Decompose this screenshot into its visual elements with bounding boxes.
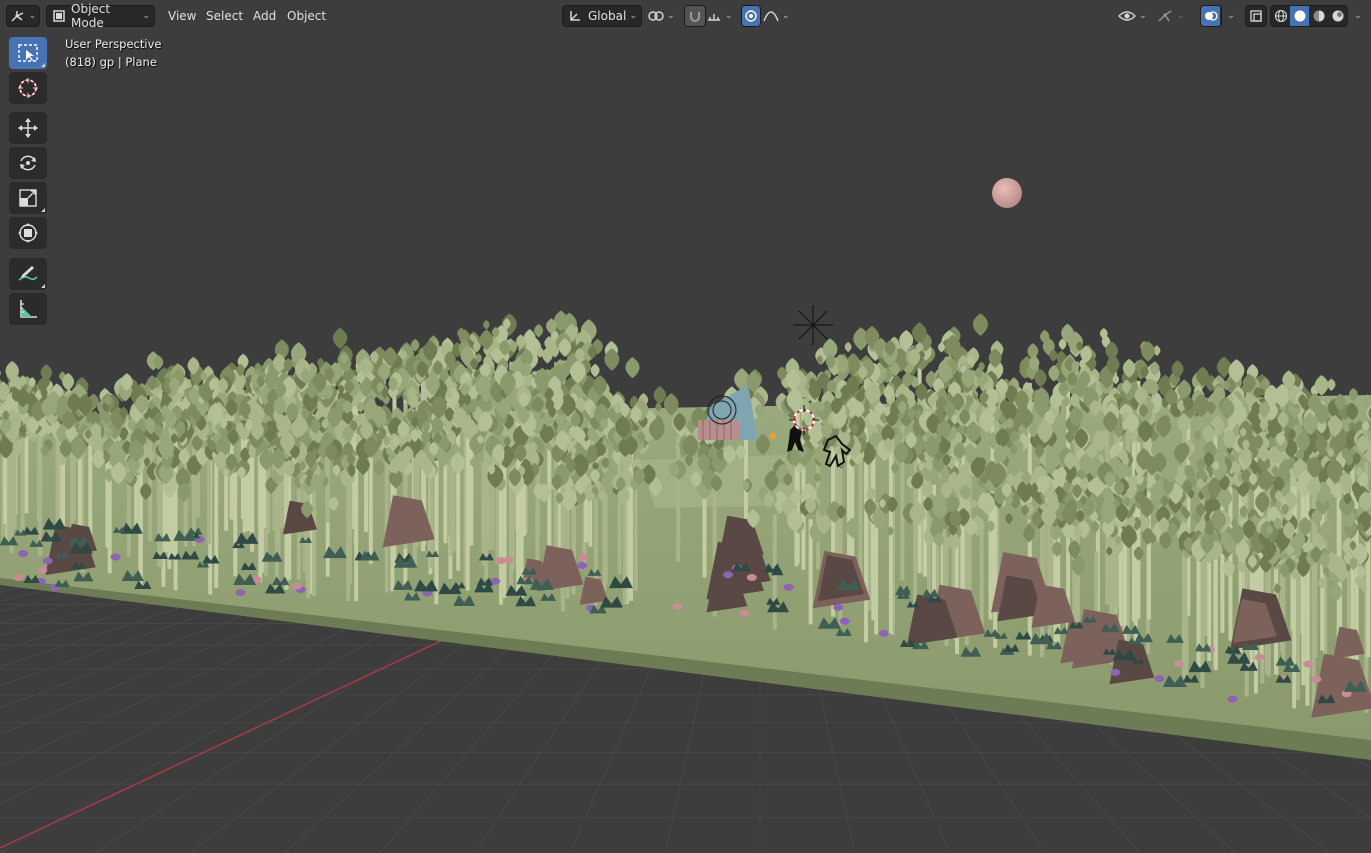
mode-dropdown[interactable]: Object Mode ⌄ — [46, 2, 155, 30]
chevron-down-icon: ⌄ — [629, 11, 637, 21]
material-icon[interactable] — [1309, 6, 1328, 26]
transform-orientation-dropdown[interactable]: Global ⌄ — [562, 5, 642, 27]
snap-target-dropdown[interactable]: ⌄ — [706, 5, 736, 27]
overlays-icon — [1201, 6, 1220, 26]
sun-sphere — [992, 178, 1022, 208]
falloff-icon — [763, 9, 779, 23]
scale-tool[interactable] — [9, 182, 47, 214]
select-box-icon — [17, 43, 39, 63]
move-icon — [17, 117, 39, 139]
eye-icon — [1118, 9, 1136, 23]
proportional-edit-toggle[interactable] — [741, 5, 761, 27]
editor-type-button[interactable]: ⌄ — [6, 5, 40, 27]
visibility-dropdown[interactable]: ⌄ — [1118, 5, 1152, 27]
transform-tool[interactable] — [9, 217, 47, 249]
chevron-down-icon: ⌄ — [782, 11, 790, 21]
xray-icon — [1246, 6, 1265, 26]
falloff-dropdown[interactable]: ⌄ — [763, 5, 793, 27]
shading-mode-group — [1270, 5, 1348, 27]
select-box-tool[interactable] — [9, 37, 47, 69]
chevron-down-icon: ⌄ — [1177, 11, 1185, 21]
scene-canvas[interactable] — [0, 0, 1371, 853]
proportional-edit-icon — [742, 6, 760, 26]
snap-toggle[interactable] — [684, 5, 706, 27]
rendered-icon[interactable] — [1328, 6, 1347, 26]
menu-view[interactable]: View — [162, 5, 202, 27]
shading-dropdown[interactable]: ⌄ — [1349, 5, 1367, 27]
chevron-down-icon: ⌄ — [142, 11, 150, 21]
orientation-icon — [568, 9, 582, 23]
object-mode-icon — [52, 9, 66, 23]
menu-select[interactable]: Select — [200, 5, 249, 27]
viewport-header: ⌄ Object Mode ⌄ View Select Add Object G… — [0, 0, 1371, 32]
chevron-down-icon: ⌄ — [1354, 11, 1362, 21]
3d-viewport[interactable] — [0, 0, 1371, 853]
object-info-label: (818) gp | Plane — [65, 55, 157, 69]
perspective-label: User Perspective — [65, 37, 162, 51]
chevron-down-icon: ⌄ — [1139, 11, 1147, 21]
overlays-toggle[interactable] — [1200, 5, 1222, 27]
gizmo-icon — [1156, 9, 1174, 23]
rotate-icon — [17, 152, 39, 174]
snap-increment-icon — [706, 9, 722, 23]
measure-tool[interactable] — [9, 293, 47, 325]
annotate-tool[interactable] — [9, 258, 47, 290]
gizmo-dropdown[interactable]: ⌄ — [1156, 5, 1194, 27]
menu-object[interactable]: Object — [281, 5, 332, 27]
menu-add[interactable]: Add — [247, 5, 282, 27]
rotate-tool[interactable] — [9, 147, 47, 179]
editor-type-icon — [10, 9, 26, 23]
empty-object — [793, 305, 833, 345]
mode-label: Object Mode — [71, 2, 111, 30]
move-tool[interactable] — [9, 112, 47, 144]
pivot-point-dropdown[interactable]: ⌄ — [648, 5, 678, 27]
overlays-dropdown[interactable]: ⌄ — [1222, 5, 1240, 27]
measure-icon — [17, 298, 39, 320]
chevron-down-icon: ⌄ — [1227, 11, 1235, 21]
magnet-icon — [685, 6, 704, 26]
chevron-down-icon: ⌄ — [725, 11, 733, 21]
pivot-icon — [648, 9, 664, 23]
scale-icon — [17, 187, 39, 209]
cursor-tool[interactable] — [9, 72, 47, 104]
transform-icon — [17, 222, 39, 244]
chevron-down-icon: ⌄ — [667, 11, 675, 21]
solid-icon[interactable] — [1290, 6, 1309, 26]
annotate-icon — [17, 263, 39, 285]
cursor-icon — [17, 77, 39, 99]
orientation-label: Global — [588, 9, 627, 23]
xray-toggle[interactable] — [1245, 5, 1267, 27]
chevron-down-icon: ⌄ — [28, 11, 37, 21]
wireframe-icon[interactable] — [1271, 6, 1290, 26]
